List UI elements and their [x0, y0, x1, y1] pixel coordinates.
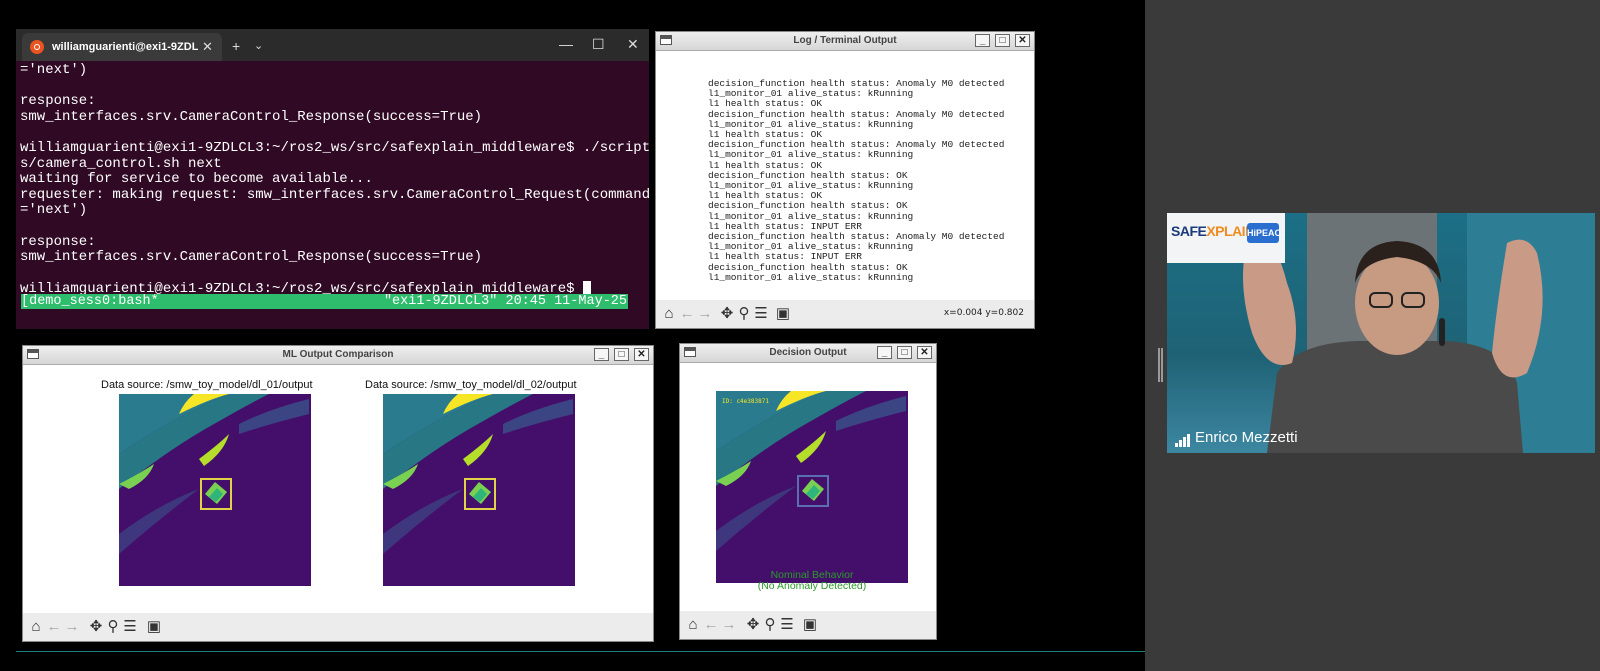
- ubuntu-logo-icon: [30, 40, 44, 54]
- terminal-line: ='next'): [20, 62, 88, 78]
- participant-name: Enrico Mezzetti: [1195, 429, 1298, 446]
- hipeac-logo: HiPEAC: [1247, 223, 1281, 243]
- window-menu-icon[interactable]: [684, 347, 696, 357]
- pan-icon[interactable]: ✥: [744, 616, 762, 634]
- decision-status: Nominal Behavior (No Anomaly Detected): [716, 570, 908, 592]
- dl01-output-image[interactable]: [119, 394, 311, 586]
- terminal-line: waiting for service to become available.…: [20, 171, 373, 188]
- back-icon[interactable]: ←: [678, 305, 696, 323]
- decision-window[interactable]: Decision Output _ □ ✕ ID: c4e383871 Nomi…: [679, 343, 937, 640]
- new-tab-icon[interactable]: +: [232, 39, 240, 53]
- maximize-icon[interactable]: □: [995, 34, 1010, 47]
- terminal-line: smw_interfaces.srv.CameraControl_Respons…: [20, 249, 483, 266]
- home-icon[interactable]: ⌂: [684, 616, 702, 634]
- terminal-cursor: [582, 281, 591, 295]
- back-icon[interactable]: ←: [702, 616, 720, 634]
- safexplain-wordmark: SAFEXPLAIN: [1171, 223, 1255, 239]
- minimize-icon[interactable]: _: [594, 348, 609, 361]
- chevron-down-icon[interactable]: ⌄: [254, 39, 263, 53]
- save-icon[interactable]: ▣: [774, 305, 792, 323]
- terminal-line: requester: making request: smw_interface…: [20, 186, 649, 203]
- ml-window-titlebar[interactable]: ML Output Comparison _ □ ✕: [23, 346, 653, 365]
- home-icon[interactable]: ⌂: [660, 305, 678, 323]
- plot-toolbar: ⌂ ← → ✥ ⚲ ☰ ▣ x=0.004 y=0.802: [656, 300, 1034, 328]
- signal-strength-icon: [1175, 434, 1191, 447]
- forward-icon[interactable]: →: [63, 618, 81, 636]
- log-output: decision_function health status: Anomaly…: [708, 78, 1004, 283]
- close-icon[interactable]: ✕: [634, 348, 649, 361]
- pan-icon[interactable]: ✥: [718, 305, 736, 323]
- minimize-icon[interactable]: _: [975, 34, 990, 47]
- maximize-icon[interactable]: □: [614, 348, 629, 361]
- back-icon[interactable]: ←: [45, 618, 63, 636]
- terminal-line: ='next'): [20, 202, 88, 219]
- log-window-titlebar[interactable]: Log / Terminal Output _ □ ✕: [656, 32, 1034, 51]
- window-menu-icon[interactable]: [660, 35, 672, 45]
- minimize-icon[interactable]: _: [877, 346, 892, 359]
- terminal-line: response:: [20, 93, 96, 110]
- terminal-window[interactable]: williamguarienti@exi1-9ZDLCL3 ✕ + ⌄ — ☐ …: [16, 29, 649, 329]
- close-icon[interactable]: ✕: [627, 37, 639, 51]
- screen-share-border: [16, 651, 1145, 652]
- tmux-session: [demo_sess0:bash*: [21, 294, 159, 309]
- forward-icon[interactable]: →: [696, 305, 714, 323]
- terminal-tabbar: williamguarienti@exi1-9ZDLCL3 ✕ + ⌄ — ☐ …: [16, 29, 649, 61]
- close-icon[interactable]: ✕: [917, 346, 932, 359]
- ml-comparison-window[interactable]: ML Output Comparison _ □ ✕ Data source: …: [22, 345, 654, 642]
- minimize-icon[interactable]: —: [559, 37, 573, 51]
- tmux-status-bar: [demo_sess0:bash* "exi1-9ZDLCL3" 20:45 11…: [21, 294, 628, 309]
- decision-window-titlebar[interactable]: Decision Output _ □ ✕: [680, 344, 936, 363]
- save-icon[interactable]: ▣: [145, 618, 163, 636]
- forward-icon[interactable]: →: [720, 616, 738, 634]
- log-window-title: Log / Terminal Output: [793, 35, 897, 46]
- pan-icon[interactable]: ✥: [87, 618, 105, 636]
- terminal-line: response:: [20, 233, 96, 250]
- terminal-line: s/camera_control.sh next: [20, 155, 222, 172]
- zoom-icon[interactable]: ⚲: [761, 616, 779, 634]
- terminal-line: smw_interfaces.srv.CameraControl_Respons…: [20, 108, 483, 125]
- decision-output-image[interactable]: ID: c4e383871: [716, 391, 908, 583]
- configure-icon[interactable]: ☰: [121, 618, 139, 636]
- maximize-icon[interactable]: ☐: [592, 37, 605, 51]
- dl02-output-image[interactable]: [383, 394, 575, 586]
- zoom-icon[interactable]: ⚲: [735, 305, 753, 323]
- save-icon[interactable]: ▣: [801, 616, 819, 634]
- log-window[interactable]: Log / Terminal Output _ □ ✕ decision_fun…: [655, 31, 1035, 329]
- close-tab-icon[interactable]: ✕: [202, 40, 213, 54]
- image-id-overlay: ID: c4e383871: [722, 398, 769, 405]
- plot-toolbar: ⌂ ← → ✥ ⚲ ☰ ▣: [680, 611, 936, 639]
- terminal-line: williamguarienti@exi1-9ZDLCL3:~/ros2_ws/…: [20, 139, 649, 156]
- close-icon[interactable]: ✕: [1015, 34, 1030, 47]
- webcam-video-tile[interactable]: SAFEXPLAIN HiPEAC Enrico Mezzetti: [1167, 213, 1595, 453]
- left-plot-title: Data source: /smw_toy_model/dl_01/output: [101, 379, 313, 391]
- safexplain-logo: SAFEXPLAIN HiPEAC: [1167, 213, 1285, 263]
- home-icon[interactable]: ⌂: [27, 618, 45, 636]
- terminal-tab[interactable]: williamguarienti@exi1-9ZDLCL3 ✕: [22, 33, 222, 61]
- configure-icon[interactable]: ☰: [778, 616, 796, 634]
- configure-icon[interactable]: ☰: [752, 305, 770, 323]
- right-plot-title: Data source: /smw_toy_model/dl_02/output: [365, 379, 577, 391]
- log-line: l1_monitor_01 alive_status: kRunning: [708, 271, 914, 283]
- zoom-icon[interactable]: ⚲: [104, 618, 122, 636]
- terminal-tab-title: williamguarienti@exi1-9ZDLCL3: [52, 41, 198, 53]
- ml-window-title: ML Output Comparison: [282, 349, 394, 360]
- cursor-coordinates: x=0.004 y=0.802: [943, 308, 1024, 318]
- window-menu-icon[interactable]: [27, 349, 39, 359]
- logo-safe-text: SAFE: [1171, 223, 1207, 239]
- maximize-icon[interactable]: □: [897, 346, 912, 359]
- plot-toolbar: ⌂ ← → ✥ ⚲ ☰ ▣: [23, 613, 653, 641]
- tmux-host-time: "exi1-9ZDLCL3" 20:45 11-May-25: [383, 294, 627, 309]
- terminal-output[interactable]: ='next') response: smw_interfaces.srv.Cam…: [20, 62, 649, 298]
- splitter-handle[interactable]: [1158, 348, 1163, 382]
- decision-status-line2: (No Anomaly Detected): [757, 580, 867, 592]
- decision-window-title: Decision Output: [769, 347, 847, 358]
